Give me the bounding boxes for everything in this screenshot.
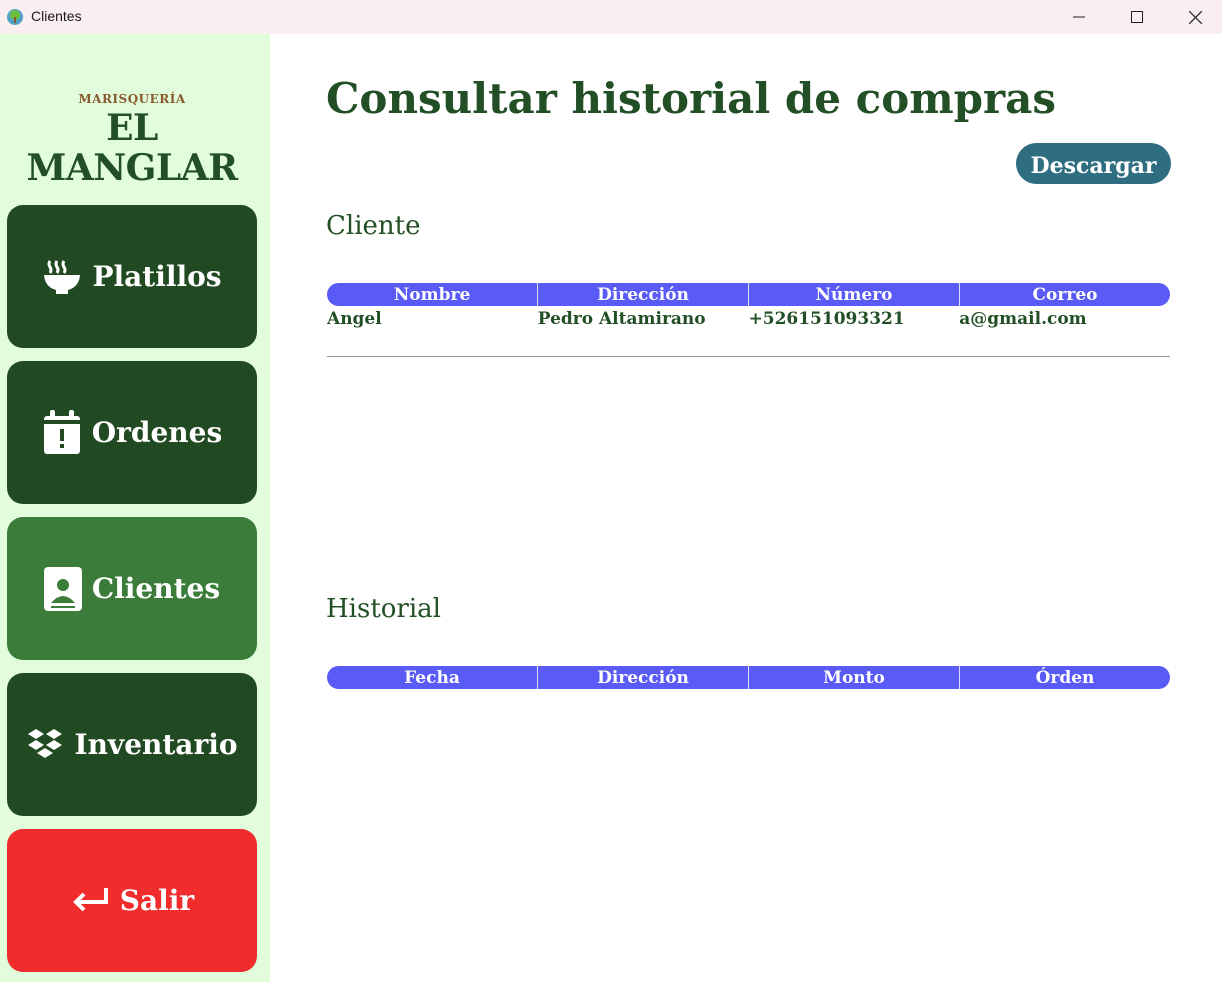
cell-direccion: Pedro Altamirano <box>537 309 706 329</box>
sidebar-item-inventario[interactable]: Inventario <box>7 673 257 816</box>
cell-numero: +526151093321 <box>748 309 905 329</box>
window-titlebar: Clientes <box>0 0 1222 34</box>
close-button[interactable] <box>1166 0 1222 34</box>
logo-subtitle: MARISQUERÍA <box>78 92 186 106</box>
column-header-monto[interactable]: Monto <box>748 666 959 689</box>
sidebar-item-label: Ordenes <box>91 416 223 449</box>
cell-nombre: Angel <box>327 309 382 329</box>
sidebar-item-label: Inventario <box>74 728 238 761</box>
page-title: Consultar historial de compras <box>326 74 1056 123</box>
dropbox-boxes-icon <box>26 727 64 763</box>
sidebar-item-salir[interactable]: Salir <box>7 829 257 972</box>
column-header-nombre[interactable]: Nombre <box>327 283 537 306</box>
return-arrow-icon <box>70 886 110 916</box>
bowl-steam-icon <box>42 257 82 297</box>
history-table: Fecha Dirección Monto Órden <box>327 666 1170 689</box>
column-header-fecha[interactable]: Fecha <box>327 666 537 689</box>
table-row[interactable]: Angel Pedro Altamirano +526151093321 a@g… <box>327 306 1170 332</box>
column-header-direccion[interactable]: Dirección <box>537 666 748 689</box>
sidebar-item-label: Platillos <box>92 260 222 293</box>
sidebar-item-ordenes[interactable]: Ordenes <box>7 361 257 504</box>
history-section-title: Historial <box>326 594 441 624</box>
maximize-button[interactable] <box>1108 0 1166 34</box>
sidebar-item-label: Salir <box>119 884 195 917</box>
client-table: Nombre Dirección Número Correo Angel Ped… <box>327 283 1170 332</box>
app-tree-icon <box>7 9 23 25</box>
column-header-numero[interactable]: Número <box>748 283 959 306</box>
sidebar-item-clientes[interactable]: Clientes <box>7 517 257 660</box>
logo-name: EL MANGLAR <box>26 107 238 189</box>
minimize-icon <box>1073 16 1085 18</box>
sidebar-item-label: Clientes <box>91 572 221 605</box>
download-button[interactable]: Descargar <box>1016 143 1171 184</box>
table-divider <box>327 356 1170 357</box>
sidebar: MARISQUERÍA EL MANGLAR Platillos Ordenes… <box>0 34 270 982</box>
window-title: Clientes <box>31 8 82 24</box>
close-icon <box>1188 10 1202 24</box>
contact-card-icon <box>43 566 82 611</box>
column-header-orden[interactable]: Órden <box>959 666 1170 689</box>
history-table-header: Fecha Dirección Monto Órden <box>327 666 1170 689</box>
calendar-alert-icon <box>42 409 82 456</box>
sidebar-item-platillos[interactable]: Platillos <box>7 205 257 348</box>
cell-correo: a@gmail.com <box>959 309 1087 329</box>
logo: MARISQUERÍA EL MANGLAR <box>0 92 264 188</box>
client-table-header: Nombre Dirección Número Correo <box>327 283 1170 306</box>
minimize-button[interactable] <box>1050 0 1108 34</box>
column-header-direccion[interactable]: Dirección <box>537 283 748 306</box>
column-header-correo[interactable]: Correo <box>959 283 1170 306</box>
client-section-title: Cliente <box>326 211 421 241</box>
maximize-icon <box>1131 11 1143 23</box>
